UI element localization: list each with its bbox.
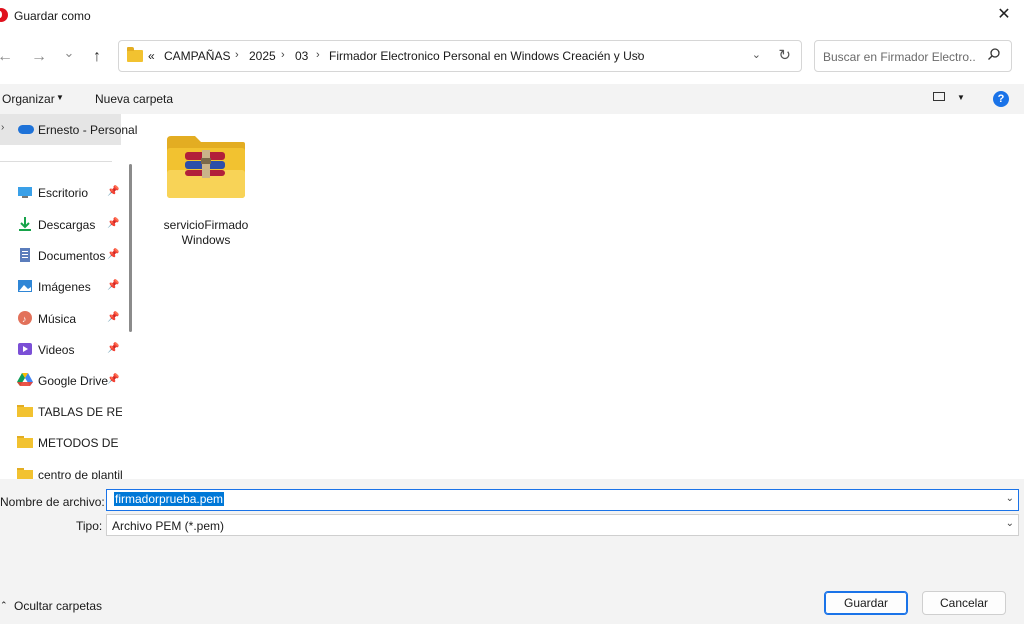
pin-icon: 📌 bbox=[107, 186, 120, 197]
svg-text:♪: ♪ bbox=[22, 314, 27, 324]
recent-locations-button[interactable]: ⌄ bbox=[58, 42, 80, 64]
sidebar-item-centro-de-plantillas[interactable]: centro de plantillas bbox=[0, 459, 122, 479]
cancel-button[interactable]: Cancelar bbox=[922, 591, 1006, 615]
pin-icon: 📌 bbox=[107, 374, 120, 385]
folder-icon bbox=[17, 435, 33, 449]
refresh-icon[interactable]: ↻ bbox=[778, 46, 791, 64]
archive-folder-icon[interactable] bbox=[165, 134, 247, 200]
breadcrumb-separator[interactable]: › bbox=[316, 49, 320, 61]
breadcrumb-campanas[interactable]: CAMPAÑAS bbox=[164, 49, 230, 63]
search-icon[interactable] bbox=[987, 47, 1001, 64]
folder-icon bbox=[127, 47, 143, 62]
breadcrumb-2025[interactable]: 2025 bbox=[249, 49, 276, 63]
view-options-icon[interactable] bbox=[933, 92, 945, 101]
sidebar-item-tablas-de-retencion[interactable]: TABLAS DE RETENCION bbox=[0, 396, 122, 427]
sidebar-item-onedrive[interactable]: › Ernesto - Personal bbox=[0, 114, 137, 145]
sidebar-item-escritorio[interactable]: Escritorio 📌 bbox=[0, 177, 121, 208]
divider bbox=[0, 161, 112, 162]
navigation-pane: › Ernesto - Personal Escritorio 📌 Descar… bbox=[0, 114, 137, 479]
documents-icon bbox=[17, 248, 33, 262]
organize-button[interactable]: Organizar bbox=[2, 92, 55, 106]
music-icon: ♪ bbox=[17, 311, 33, 325]
sidebar-item-google-drive[interactable]: Google Drive 📌 bbox=[0, 365, 121, 396]
dialog-title: Guardar como bbox=[14, 9, 91, 23]
pictures-icon bbox=[17, 279, 33, 293]
sidebar-item-label: centro de plantillas bbox=[38, 468, 122, 479]
close-button[interactable]: ✕ bbox=[992, 4, 1016, 26]
folder-icon bbox=[17, 404, 33, 418]
file-type-label: Tipo: bbox=[76, 519, 103, 533]
hide-folders-button[interactable]: Ocultar carpetas bbox=[14, 599, 102, 613]
back-button[interactable]: ← bbox=[0, 46, 16, 68]
file-type-select[interactable]: Archivo PEM (*.pem) ⌄ bbox=[106, 514, 1019, 536]
download-icon bbox=[17, 217, 33, 231]
pin-icon: 📌 bbox=[107, 312, 120, 323]
save-button[interactable]: Guardar bbox=[824, 591, 908, 615]
command-bar: Organizar ▼ Nueva carpeta ▼ bbox=[0, 84, 1024, 114]
pin-icon: 📌 bbox=[107, 280, 120, 291]
sidebar-item-label: METODOS DE INVESTIGACION bbox=[38, 436, 122, 450]
opera-app-icon bbox=[0, 8, 8, 22]
folder-icon bbox=[17, 467, 33, 479]
chevron-down-icon[interactable]: ⌄ bbox=[1006, 493, 1014, 504]
sidebar-item-label: Ernesto - Personal bbox=[38, 123, 137, 137]
breadcrumb-separator[interactable]: › bbox=[235, 49, 239, 61]
breadcrumb-separator[interactable]: › bbox=[637, 49, 641, 61]
pin-icon: 📌 bbox=[107, 218, 120, 229]
sidebar-item-label: TABLAS DE RETENCION bbox=[38, 405, 122, 419]
sidebar-item-videos[interactable]: Videos 📌 bbox=[0, 334, 121, 365]
help-icon[interactable]: ? bbox=[993, 91, 1009, 107]
chevron-down-icon[interactable]: ⌄ bbox=[1006, 518, 1014, 529]
up-button[interactable]: ↑ bbox=[86, 46, 108, 68]
chevron-up-icon[interactable]: ⌃ bbox=[0, 600, 8, 611]
file-list: servicioFirmado Windows bbox=[137, 114, 1024, 479]
sidebar-item-documentos[interactable]: Documentos 📌 bbox=[0, 240, 121, 271]
sidebar-item-musica[interactable]: ♪ Música 📌 bbox=[0, 303, 121, 334]
breadcrumb-current-folder[interactable]: Firmador Electronico Personal en Windows… bbox=[329, 49, 644, 63]
filename-label: Nombre de archivo: bbox=[0, 495, 105, 509]
title-bar: Guardar como ✕ bbox=[0, 0, 1024, 32]
address-history-chevron-icon[interactable]: ⌄ bbox=[752, 48, 761, 61]
pin-icon: 📌 bbox=[107, 249, 120, 260]
file-type-value: Archivo PEM (*.pem) bbox=[112, 519, 225, 533]
sidebar-item-descargas[interactable]: Descargas 📌 bbox=[0, 209, 121, 240]
google-drive-icon bbox=[17, 373, 33, 387]
sidebar-item-imagenes[interactable]: Imágenes 📌 bbox=[0, 271, 121, 302]
filename-input[interactable]: firmadorprueba.pem bbox=[114, 492, 225, 506]
file-item-label[interactable]: servicioFirmado Windows bbox=[159, 218, 253, 248]
caret-down-icon[interactable]: ▼ bbox=[957, 93, 965, 102]
filename-field[interactable]: firmadorprueba.pem ⌄ bbox=[106, 489, 1019, 511]
breadcrumb-overflow[interactable]: « bbox=[148, 49, 155, 63]
pin-icon: 📌 bbox=[107, 343, 120, 354]
onedrive-cloud-icon bbox=[18, 125, 34, 134]
breadcrumb-03[interactable]: 03 bbox=[295, 49, 308, 63]
sidebar-scrollbar[interactable] bbox=[129, 164, 132, 332]
address-bar[interactable]: « CAMPAÑAS › 2025 › 03 › Firmador Electr… bbox=[118, 40, 802, 72]
new-folder-button[interactable]: Nueva carpeta bbox=[95, 92, 173, 106]
search-input[interactable]: Buscar en Firmador Electro... bbox=[823, 50, 975, 64]
desktop-icon bbox=[17, 185, 33, 199]
caret-down-icon[interactable]: ▼ bbox=[56, 93, 64, 102]
forward-button[interactable]: → bbox=[28, 46, 50, 68]
sidebar-item-metodos-de-investigacion[interactable]: METODOS DE INVESTIGACION bbox=[0, 427, 122, 458]
breadcrumb-separator[interactable]: › bbox=[281, 49, 285, 61]
videos-icon bbox=[17, 342, 33, 356]
search-box[interactable]: Buscar en Firmador Electro... bbox=[814, 40, 1012, 72]
chevron-right-icon[interactable]: › bbox=[1, 122, 4, 133]
